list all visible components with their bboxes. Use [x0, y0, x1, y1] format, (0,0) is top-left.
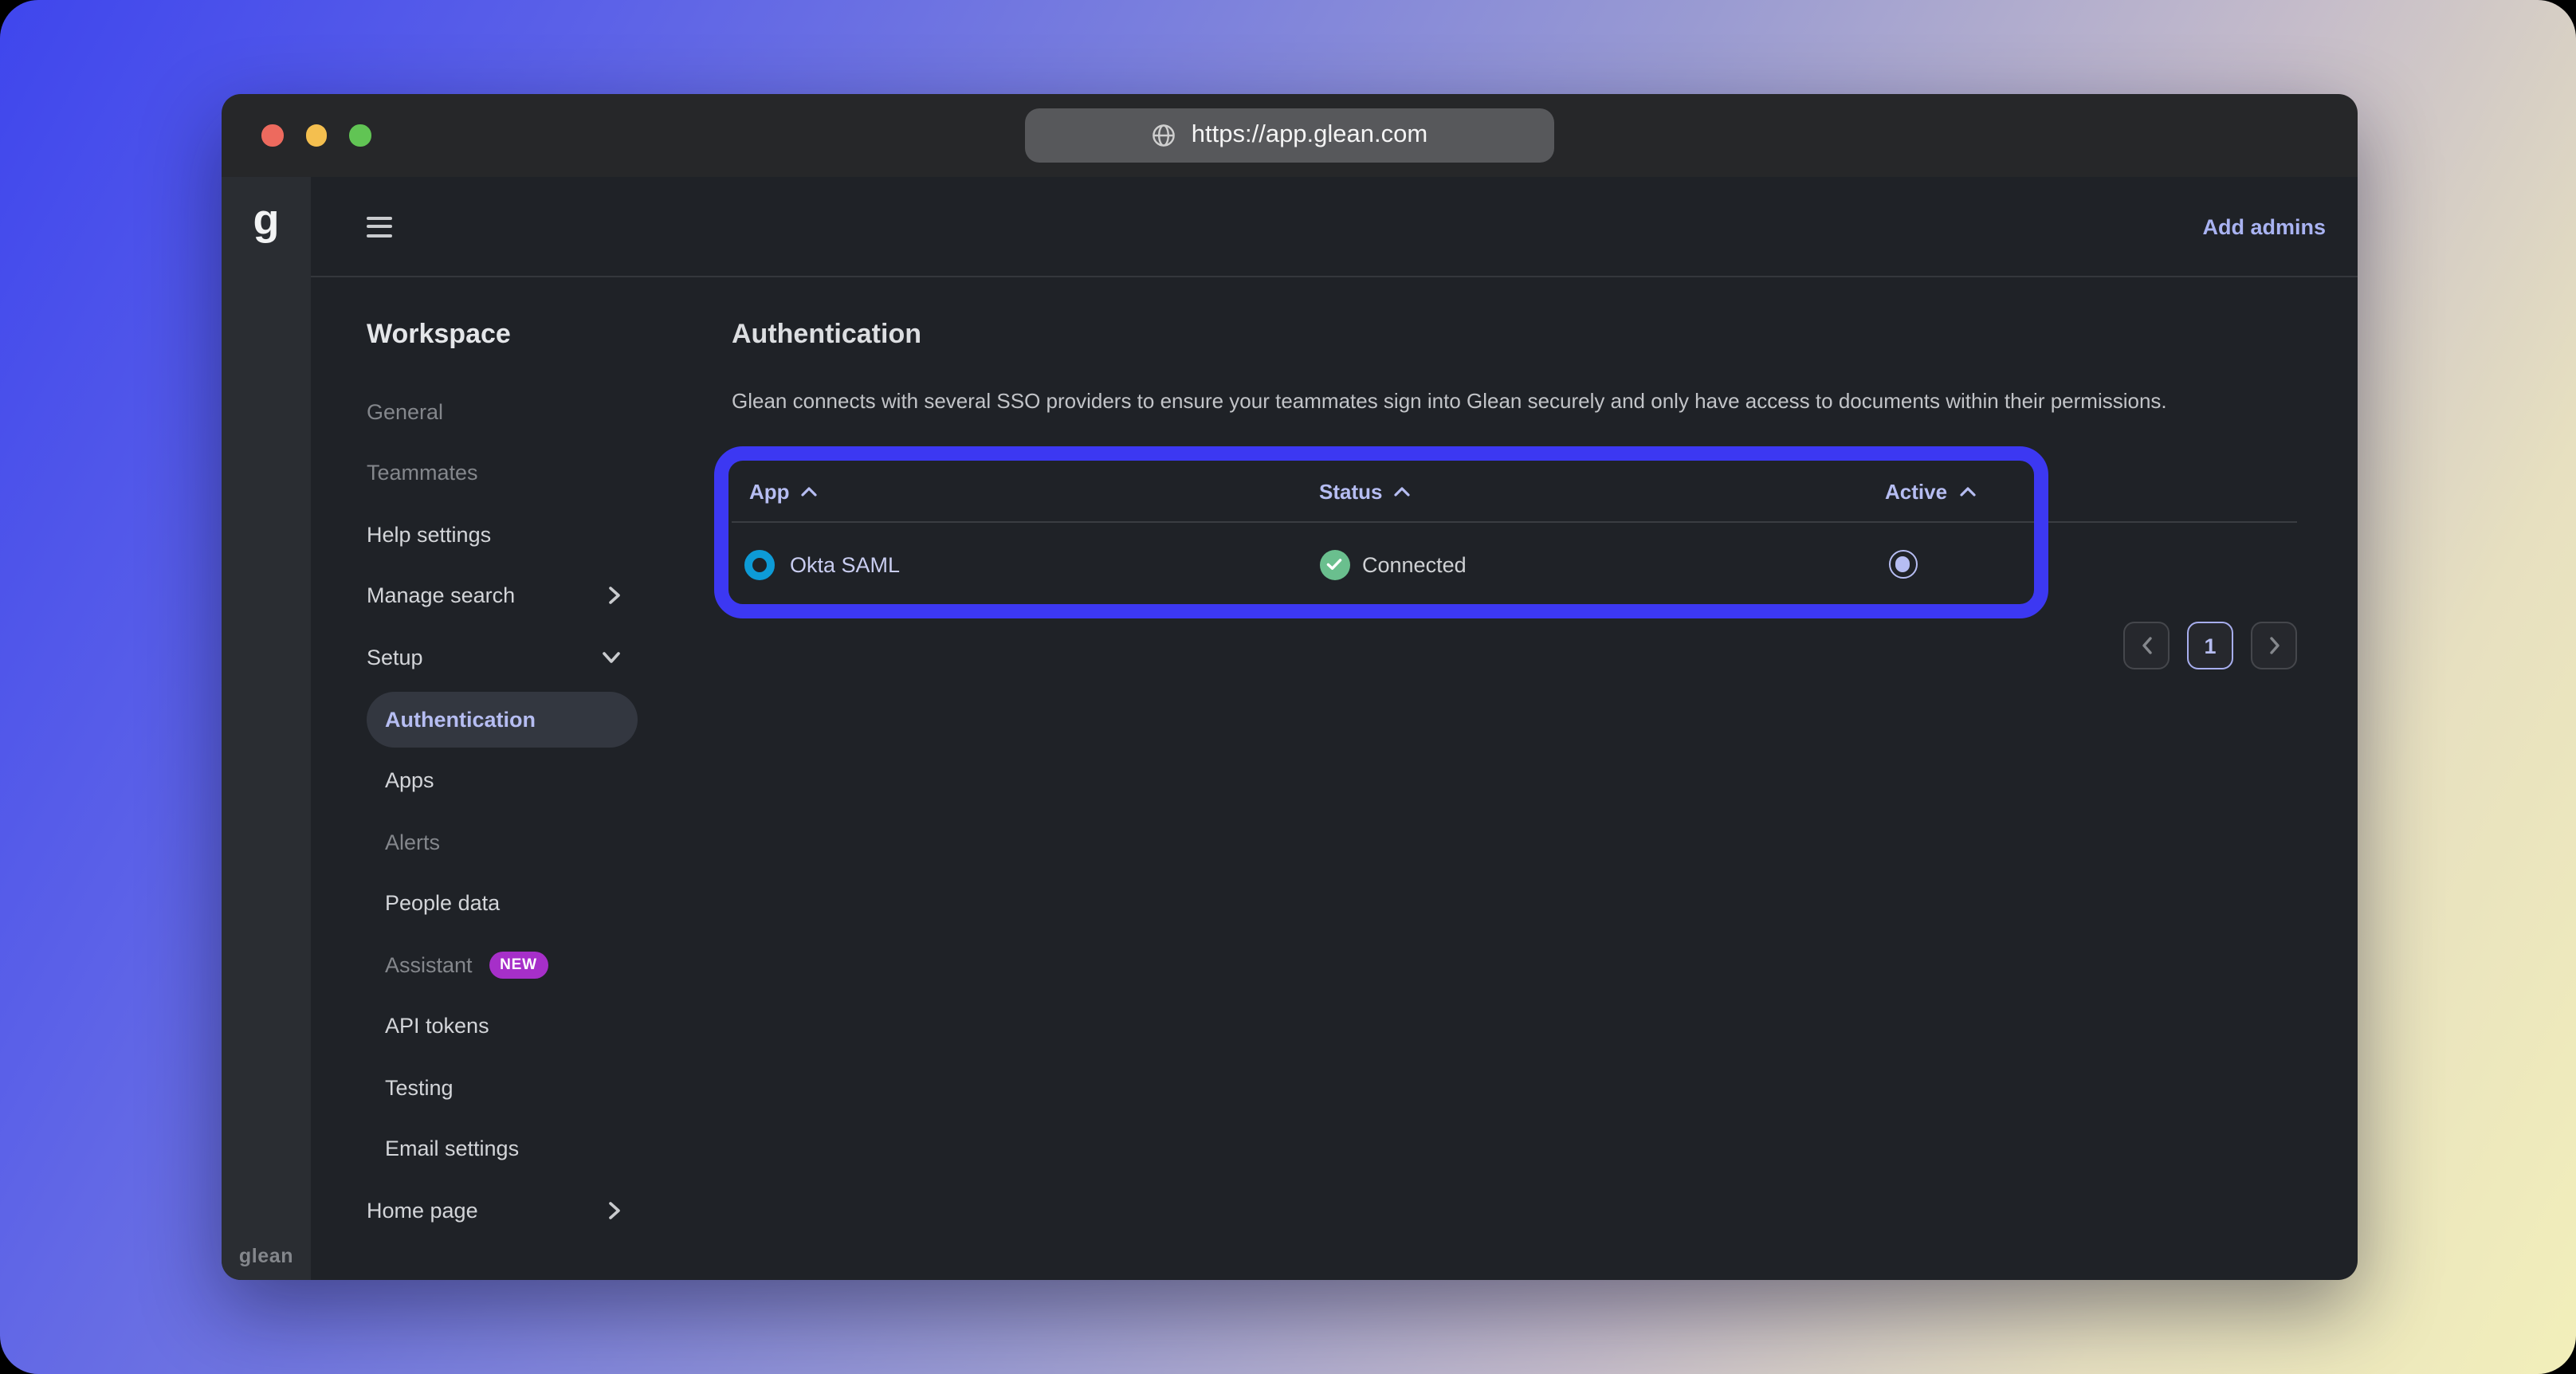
sidebar-item-assistant[interactable]: Assistant NEW	[367, 934, 638, 995]
menu-icon[interactable]	[367, 216, 392, 237]
sidebar-item-api-tokens[interactable]: API tokens	[367, 995, 638, 1057]
sidebar-item-authentication[interactable]: Authentication	[367, 691, 638, 747]
authentication-page: Authentication Glean connects with sever…	[701, 277, 2358, 1280]
zoom-window-button[interactable]	[349, 124, 371, 147]
page-number-button[interactable]: 1	[2187, 622, 2233, 669]
app-body: Workspace General Teammates Help setting…	[311, 277, 2358, 1280]
glean-admin-app: g glean Add admins Workspace General Tea…	[222, 177, 2358, 1280]
sidebar-item-general[interactable]: General	[367, 381, 638, 442]
globe-icon	[1152, 123, 1177, 148]
column-header-app[interactable]: App	[732, 480, 1319, 504]
sidebar-item-alerts[interactable]: Alerts	[367, 811, 638, 873]
sidebar-item-email-settings[interactable]: Email settings	[367, 1118, 638, 1180]
sort-ascending-icon	[801, 486, 818, 497]
address-bar[interactable]: https://app.glean.com	[1025, 108, 1554, 163]
chevron-down-icon	[603, 651, 620, 663]
column-header-active[interactable]: Active	[1885, 480, 2297, 504]
add-admins-button[interactable]: Add admins	[2202, 214, 2326, 238]
glean-wordmark: glean	[238, 1245, 294, 1267]
sidebar-item-home-page[interactable]: Home page	[367, 1180, 638, 1241]
sso-providers-table: App Status Active Okta SAML Connected	[713, 446, 2297, 618]
previous-page-button[interactable]	[2123, 622, 2170, 669]
sidebar-item-people-data[interactable]: People data	[367, 873, 638, 934]
chevron-left-icon	[2142, 637, 2151, 654]
app-header: Add admins	[311, 177, 2358, 277]
sidebar-item-teammates[interactable]: Teammates	[367, 442, 638, 504]
table-row-okta-saml[interactable]: Okta SAML Connected	[732, 523, 2297, 606]
sidebar-item-testing[interactable]: Testing	[367, 1057, 638, 1118]
sidebar-item-apps[interactable]: Apps	[367, 750, 638, 811]
next-page-button[interactable]	[2251, 622, 2297, 669]
okta-logo-icon	[744, 549, 774, 579]
status-badge: Connected	[1362, 552, 1467, 576]
column-header-status[interactable]: Status	[1319, 480, 1885, 504]
settings-sidebar: Workspace General Teammates Help setting…	[311, 277, 701, 1280]
window-controls	[261, 124, 371, 147]
app-main-region: Add admins Workspace General Teammates H…	[311, 177, 2358, 1280]
table-header-row: App Status Active	[732, 461, 2297, 521]
sidebar-item-manage-search[interactable]: Manage search	[367, 565, 638, 626]
active-radio-selected[interactable]	[1888, 550, 1917, 579]
desktop-background: https://app.glean.com g glean Add admins	[0, 0, 2576, 1374]
sidebar-item-help-settings[interactable]: Help settings	[367, 504, 638, 565]
sort-ascending-icon	[1959, 486, 1975, 497]
sort-ascending-icon	[1394, 486, 1411, 497]
page-description: Glean connects with several SSO provider…	[732, 389, 2167, 413]
close-window-button[interactable]	[261, 124, 283, 147]
brand-rail: g glean	[222, 177, 311, 1280]
address-bar-url: https://app.glean.com	[1191, 121, 1428, 148]
page-title: Authentication	[732, 319, 921, 349]
new-badge: NEW	[489, 951, 548, 979]
sidebar-item-setup[interactable]: Setup	[367, 626, 638, 688]
provider-name: Okta SAML	[790, 552, 901, 576]
glean-logo-icon: g	[253, 196, 280, 244]
check-circle-icon	[1319, 549, 1349, 579]
chevron-right-icon	[609, 1201, 620, 1219]
minimize-window-button[interactable]	[305, 124, 327, 147]
sidebar-header-workspace: Workspace	[367, 319, 511, 349]
browser-window: https://app.glean.com g glean Add admins	[222, 94, 2358, 1280]
chevron-right-icon	[2269, 637, 2279, 654]
chevron-right-icon	[609, 587, 620, 605]
browser-titlebar: https://app.glean.com	[222, 94, 2358, 177]
pagination: 1	[732, 622, 2297, 669]
